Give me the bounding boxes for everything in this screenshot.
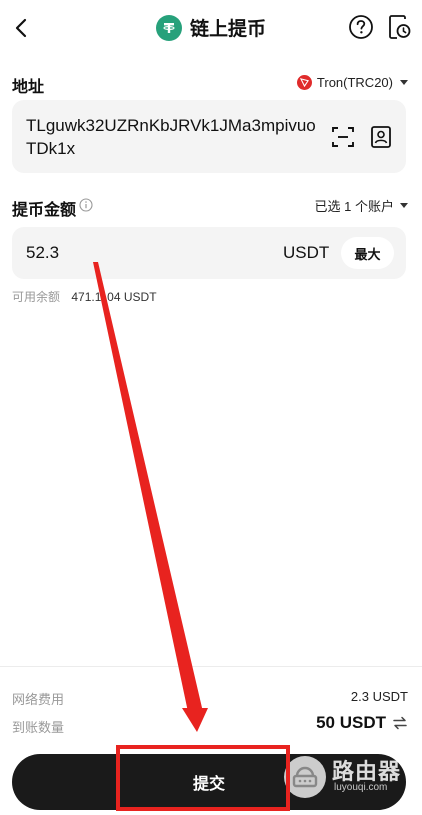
history-icon [389, 15, 411, 39]
caret-down-icon [400, 202, 408, 208]
submit-button[interactable]: 提交 [12, 754, 406, 810]
account-selector-label: 已选 1 个账户 [314, 198, 394, 214]
amount-label: 提币金额 [12, 202, 77, 219]
header: 链上提币 [0, 0, 422, 56]
swap-icon[interactable] [392, 715, 408, 731]
tron-logo-icon [296, 74, 312, 90]
help-button[interactable] [348, 14, 374, 40]
tether-logo-icon [155, 14, 182, 41]
history-button[interactable] [386, 14, 412, 40]
address-value[interactable]: TLguwk32UZRnKbJRVk1JMa3mpivuoTDk1x [26, 114, 326, 160]
max-button[interactable]: 最大 [341, 237, 394, 269]
caret-down-icon [400, 79, 408, 85]
info-icon[interactable] [79, 198, 93, 212]
account-selector[interactable]: 已选 1 个账户 [315, 195, 408, 215]
arrive-amount-value: 50 USDT [316, 713, 386, 732]
scan-icon [332, 127, 354, 147]
arrive-amount-row: 50 USDT [316, 713, 408, 733]
network-fee-label: 网络费用 [12, 692, 65, 707]
amount-field[interactable]: USDT 最大 [12, 227, 406, 279]
page-title: 链上提币 [189, 19, 266, 40]
scan-button[interactable] [330, 124, 356, 150]
question-circle-icon [349, 15, 373, 39]
address-field[interactable]: TLguwk32UZRnKbJRVk1JMa3mpivuoTDk1x [12, 100, 406, 173]
contacts-button[interactable] [368, 124, 394, 150]
contact-book-icon [371, 126, 391, 148]
divider [0, 666, 422, 667]
amount-unit: USDT [283, 243, 330, 262]
network-name: Tron(TRC20) [316, 74, 393, 90]
network-fee-value: 2.3 USDT [350, 689, 408, 704]
network-selector[interactable]: Tron(TRC20) [296, 72, 408, 92]
arrive-amount-label: 到账数量 [12, 720, 65, 735]
amount-input[interactable] [26, 240, 226, 266]
balance-label: 可用余额 [12, 290, 61, 304]
balance-value: 471.1104 USDT [71, 290, 157, 304]
address-label: 地址 [12, 79, 45, 96]
balance-row: 可用余额 471.1104 USDT [12, 288, 157, 305]
